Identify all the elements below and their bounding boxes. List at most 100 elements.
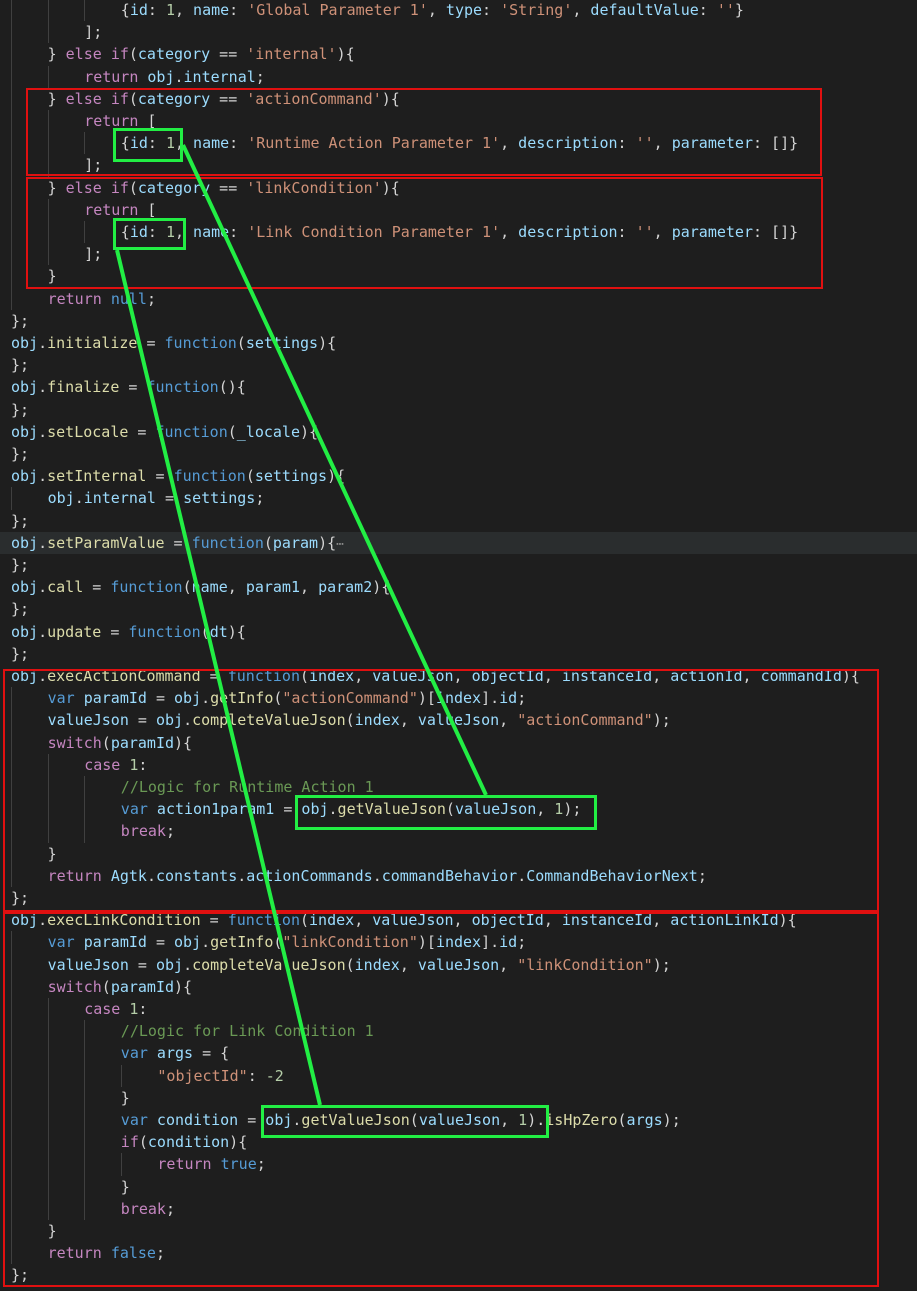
code-line[interactable]: obj.setInternal = function(settings){ bbox=[0, 465, 917, 487]
code-token: settings bbox=[245, 334, 319, 352]
code-token: setParamValue bbox=[47, 533, 165, 552]
code-line[interactable]: }; bbox=[0, 510, 917, 532]
code-line[interactable]: }; bbox=[0, 443, 917, 465]
code-text: {id: 1, name: 'Global Parameter 1', type… bbox=[121, 0, 744, 21]
code-token: id bbox=[129, 1, 148, 19]
code-text: }; bbox=[11, 443, 29, 465]
code-token: ]; bbox=[84, 23, 103, 42]
code-token: }; bbox=[11, 445, 30, 463]
code-token: setLocale bbox=[47, 422, 129, 441]
code-token: . bbox=[38, 422, 48, 441]
code-token: function bbox=[155, 422, 228, 441]
code-text: } else if(category == 'internal'){ bbox=[48, 43, 355, 65]
code-token: . bbox=[38, 378, 48, 397]
code-token: obj bbox=[11, 422, 39, 441]
code-token: ; bbox=[255, 67, 265, 86]
code-token: = bbox=[146, 467, 174, 486]
code-line[interactable]: }; bbox=[0, 554, 917, 576]
code-text: obj.setLocale = function(_locale){ bbox=[11, 421, 318, 443]
code-token: , bbox=[572, 1, 591, 19]
code-line[interactable]: }; bbox=[0, 310, 917, 332]
code-text: obj.internal = settings; bbox=[48, 487, 265, 509]
code-line[interactable]: {id: 1, name: 'Global Parameter 1', type… bbox=[0, 0, 917, 22]
code-line[interactable]: } else if(category == 'internal'){ bbox=[0, 43, 917, 66]
code-token: ( bbox=[236, 334, 246, 352]
code-token: ){ bbox=[227, 622, 246, 641]
code-token: return bbox=[84, 67, 139, 86]
code-text: obj.setInternal = function(settings){ bbox=[11, 465, 345, 487]
code-line[interactable]: }; bbox=[0, 399, 917, 421]
code-token: 'String' bbox=[500, 1, 573, 19]
code-token: defaultValue bbox=[590, 1, 699, 19]
code-token: function bbox=[164, 334, 237, 352]
code-token: obj bbox=[11, 378, 39, 397]
code-token: : bbox=[229, 1, 248, 19]
code-token: name bbox=[191, 578, 228, 597]
code-token: _locale bbox=[236, 422, 300, 441]
code-token: return bbox=[47, 289, 102, 308]
code-token: if bbox=[110, 45, 129, 64]
code-token: ){ bbox=[336, 45, 355, 64]
code-token: = bbox=[119, 378, 147, 397]
code-token: call bbox=[47, 578, 84, 597]
code-token: ){ bbox=[372, 578, 391, 597]
code-token: param1 bbox=[245, 578, 300, 597]
code-line[interactable]: }; bbox=[0, 354, 917, 376]
code-token: }; bbox=[11, 511, 30, 530]
code-line[interactable]: obj.update = function(dt){ bbox=[0, 621, 917, 643]
code-token: setInternal bbox=[47, 467, 147, 486]
code-token: = bbox=[128, 422, 156, 441]
indent-guide bbox=[11, 65, 12, 88]
code-text: obj.finalize = function(){ bbox=[11, 376, 246, 398]
code-line[interactable]: obj.setParamValue = function(param){⋯ bbox=[0, 531, 917, 554]
folded-region-icon[interactable]: ⋯ bbox=[336, 537, 344, 552]
indent-guide bbox=[11, 221, 12, 244]
code-text: }; bbox=[11, 598, 29, 620]
code-line[interactable]: obj.initialize = function(settings){ bbox=[0, 332, 917, 354]
code-token: obj bbox=[147, 67, 175, 86]
code-token: = bbox=[155, 489, 184, 508]
code-line[interactable]: return null; bbox=[0, 287, 917, 310]
code-token: obj bbox=[11, 533, 39, 552]
indent-guide bbox=[47, 21, 49, 44]
indent-guide bbox=[47, 0, 49, 22]
code-line[interactable]: }; bbox=[0, 598, 917, 620]
code-token: . bbox=[38, 622, 48, 641]
code-token: ( bbox=[227, 422, 237, 441]
code-token: ){ bbox=[300, 422, 319, 441]
code-line[interactable]: obj.internal = settings; bbox=[0, 487, 917, 510]
code-text: }; bbox=[11, 554, 29, 576]
code-token: settings bbox=[254, 467, 328, 486]
indent-guide bbox=[11, 154, 12, 177]
code-line[interactable]: ]; bbox=[0, 21, 917, 44]
code-token: }; bbox=[11, 356, 30, 375]
code-token: ( bbox=[182, 578, 192, 597]
code-text: return obj.internal; bbox=[84, 66, 265, 88]
code-token: ){ bbox=[327, 467, 346, 486]
code-token: (){ bbox=[218, 378, 246, 397]
code-token: ( bbox=[245, 467, 255, 486]
code-token: function bbox=[146, 378, 219, 397]
code-line[interactable]: obj.finalize = function(){ bbox=[0, 376, 917, 398]
code-token: ; bbox=[255, 489, 265, 508]
code-line[interactable]: obj.setLocale = function(_locale){ bbox=[0, 421, 917, 443]
code-text: }; bbox=[11, 510, 29, 532]
code-token: internal bbox=[83, 489, 156, 508]
code-token: = bbox=[164, 533, 192, 552]
code-text: return null; bbox=[48, 288, 156, 310]
code-line[interactable]: }; bbox=[0, 643, 917, 665]
code-line[interactable]: obj.call = function(name, param1, param2… bbox=[0, 576, 917, 598]
code-token: obj bbox=[11, 578, 39, 597]
code-token: }; bbox=[11, 311, 30, 330]
link-get-value-json-callout bbox=[261, 1105, 549, 1138]
code-token: ( bbox=[200, 622, 210, 641]
code-token: }; bbox=[11, 600, 30, 619]
code-token: ){ bbox=[318, 533, 337, 552]
code-token: ; bbox=[146, 289, 156, 308]
code-token: obj bbox=[11, 467, 39, 486]
code-token: = bbox=[83, 578, 111, 597]
code-line[interactable]: return obj.internal; bbox=[0, 65, 917, 88]
action-param-id-callout bbox=[113, 128, 183, 162]
code-token: else bbox=[65, 45, 102, 64]
